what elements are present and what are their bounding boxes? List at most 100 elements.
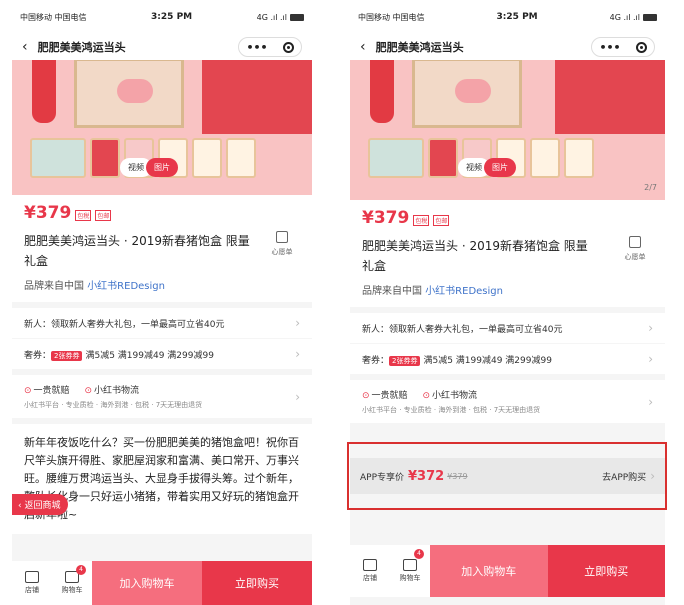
close-target-icon[interactable]	[282, 41, 294, 53]
phone-screen-left: 中国移动 中国电信 3:25 PM 4G .ıl .ıl ‹ 肥肥美美鸿运当头 …	[12, 0, 312, 605]
back-arrow-icon[interactable]: ‹	[360, 39, 366, 55]
newcomer-row[interactable]: 新人：领取新人奢券大礼包，一单最高可立省40元 ›	[12, 308, 312, 338]
redbox-image	[202, 60, 312, 134]
chevron-right-icon: ›	[295, 316, 300, 330]
store-label: 店铺	[363, 574, 377, 582]
bottom-bar: 店铺 4 购物车 加入购物车 立即购买	[12, 561, 312, 605]
page-title: 肥肥美美鸿运当头	[375, 41, 464, 54]
chevron-right-icon: ›	[648, 321, 653, 335]
wishlist-label: 心愿单	[624, 253, 646, 261]
store-icon	[25, 571, 39, 583]
service-item-2: 小红书物流	[93, 386, 139, 396]
wishlist-button[interactable]: 心愿单	[264, 231, 300, 271]
coupon-row[interactable]: 奢券： 2张券券 满5减5 满199减49 满299减99 ›	[12, 339, 312, 369]
wishlist-label: 心愿单	[271, 248, 293, 256]
brand-line: 品牌来自中国 小红书REDesign	[362, 282, 653, 297]
giftbox-image	[412, 60, 522, 128]
product-title: 肥肥美美鸿运当头 · 2019新春猪饱盒 限量礼盒	[362, 239, 588, 273]
chevron-right-icon: ›	[295, 389, 300, 404]
store-button[interactable]: 店铺	[12, 561, 52, 605]
service-item-1: 一贵就赔	[371, 391, 408, 401]
tax-tag: 包税	[413, 215, 430, 226]
service-sub: 小红书平台 · 专业质检 · 海外到港 · 包税 · 7天无理由退货	[24, 401, 203, 409]
coupon-label: 奢券：	[24, 350, 52, 361]
service-row[interactable]: ⊙ 一贵就赔 ⊙ 小红书物流 小红书平台 · 专业质检 · 海外到港 · 包税 · …	[350, 380, 665, 423]
shipping-tag: 包邮	[95, 210, 112, 221]
chevron-right-icon: ›	[295, 347, 300, 361]
clock: 3:25 PM	[496, 12, 538, 22]
store-icon	[363, 559, 377, 571]
pig-image	[455, 79, 491, 103]
back-to-mall-button[interactable]: ‹ 返回商城	[12, 494, 69, 515]
media-switch[interactable]: 视频 图片	[458, 158, 516, 177]
check-icon: ⊙	[362, 391, 370, 401]
cart-badge: 4	[76, 565, 86, 575]
service-item-1: 一贵就赔	[33, 386, 70, 396]
redbox-image	[555, 60, 665, 134]
price: ¥379	[362, 208, 410, 228]
cart-icon	[403, 559, 417, 571]
newcomer-text: 新人：领取新人奢券大礼包，一单最高可立省40元	[24, 319, 225, 330]
more-icon[interactable]: •••	[246, 41, 267, 54]
status-bar: 中国移动 中国电信 3:25 PM 4G .ıl .ıl	[12, 0, 312, 34]
cart-button[interactable]: 4 购物车	[52, 561, 92, 605]
brand-link[interactable]: 小红书REDesign	[87, 281, 165, 292]
pig-image	[117, 79, 153, 103]
cart-label: 购物车	[399, 574, 421, 582]
store-button[interactable]: 店铺	[350, 545, 390, 597]
service-sub: 小红书平台 · 专业质检 · 海外到港 · 包税 · 7天无理由退货	[362, 406, 541, 414]
chevron-right-icon: ›	[648, 352, 653, 366]
service-item-2: 小红书物流	[431, 391, 477, 401]
price: ¥379	[24, 203, 72, 223]
coupon-label: 奢券：	[362, 355, 390, 366]
battery-icon	[642, 13, 657, 21]
product-banner[interactable]: 视频 图片	[12, 60, 312, 195]
page-indicator: 2/7	[644, 183, 657, 192]
coupon-row[interactable]: 奢券： 2张券券 满5减5 满199减49 满299减99 ›	[350, 344, 665, 374]
check-icon: ⊙	[422, 391, 430, 401]
miniprogram-capsule[interactable]: •••	[238, 37, 302, 57]
coupon-badge: 2张券券	[51, 350, 83, 361]
bag-icon	[276, 231, 288, 243]
brand-link[interactable]: 小红书REDesign	[425, 286, 503, 297]
product-info: ¥379 包税 包邮 肥肥美美鸿运当头 · 2019新春猪饱盒 限量礼盒 心愿单…	[12, 195, 312, 302]
highlight-box	[347, 442, 667, 510]
close-target-icon[interactable]	[635, 41, 647, 53]
page-title: 肥肥美美鸿运当头	[37, 41, 126, 54]
media-switch[interactable]: 视频 图片	[120, 158, 178, 177]
image-tab[interactable]: 图片	[146, 158, 178, 177]
bottle-image	[32, 60, 56, 123]
phone-screen-right: 中国移动 中国电信 3:25 PM 4G .ıl .ıl ‹ 肥肥美美鸿运当头 …	[350, 0, 665, 605]
image-tab[interactable]: 图片	[484, 158, 516, 177]
back-arrow-icon[interactable]: ‹	[22, 39, 28, 55]
bottle-image	[370, 60, 394, 123]
brand-line: 品牌来自中国 小红书REDesign	[24, 277, 300, 292]
store-label: 店铺	[25, 586, 39, 594]
nav-bar: ‹ 肥肥美美鸿运当头 •••	[350, 34, 665, 60]
brand-prefix: 品牌来自中国	[362, 286, 422, 297]
carrier-text: 中国移动 中国电信	[20, 12, 87, 22]
cart-label: 购物车	[61, 586, 83, 594]
service-row[interactable]: ⊙ 一贵就赔 ⊙ 小红书物流 小红书平台 · 专业质检 · 海外到港 · 包税 · …	[12, 375, 312, 418]
check-icon: ⊙	[84, 386, 92, 396]
status-bar: 中国移动 中国电信 3:25 PM 4G .ıl .ıl	[350, 0, 665, 34]
buy-now-button[interactable]: 立即购买	[547, 545, 665, 597]
newcomer-row[interactable]: 新人：领取新人奢券大礼包，一单最高可立省40元 ›	[350, 313, 665, 343]
product-description: 新年年夜饭吃什么？买一份肥肥美美的猪饱盒吧！祝你百尺竿头旗开得胜、家肥屋润家和富…	[12, 424, 312, 534]
more-icon[interactable]: •••	[599, 41, 620, 54]
buy-now-button[interactable]: 立即购买	[202, 561, 312, 605]
wishlist-button[interactable]: 心愿单	[617, 236, 653, 276]
add-to-cart-button[interactable]: 加入购物车	[92, 561, 202, 605]
product-banner[interactable]: 视频 图片 2/7	[350, 60, 665, 200]
cart-button[interactable]: 4 购物车	[390, 545, 430, 597]
miniprogram-capsule[interactable]: •••	[591, 37, 655, 57]
shipping-tag: 包邮	[433, 215, 450, 226]
clock: 3:25 PM	[151, 12, 193, 22]
bottom-bar: 店铺 4 购物车 加入购物车 立即购买	[350, 545, 665, 597]
brand-prefix: 品牌来自中国	[24, 281, 84, 292]
chevron-right-icon: ›	[648, 394, 653, 409]
nav-bar: ‹ 肥肥美美鸿运当头 •••	[12, 34, 312, 60]
battery-icon	[289, 13, 304, 21]
add-to-cart-button[interactable]: 加入购物车	[430, 545, 548, 597]
coupon-text: 满5减5 满199减49 满299减99	[423, 355, 552, 366]
